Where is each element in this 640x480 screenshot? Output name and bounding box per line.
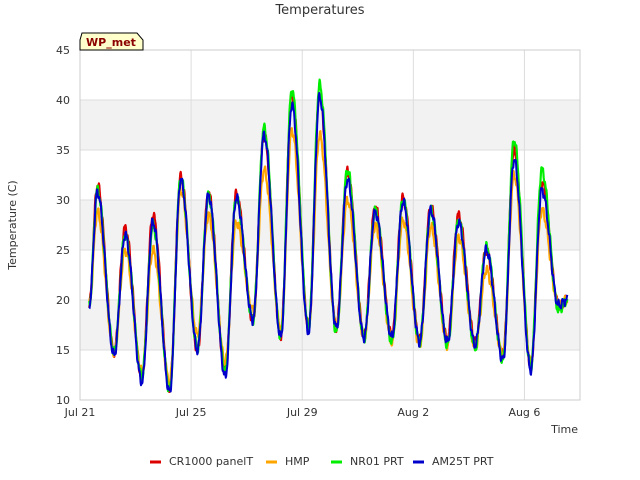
x-tick-label: Jul 25	[175, 406, 207, 419]
legend-label: AM25T PRT	[432, 455, 494, 468]
y-tick-label: 25	[56, 244, 70, 257]
legend: CR1000 panelT HMP NR01 PRT AM25T PRT	[150, 455, 494, 468]
temperature-chart: 1015202530354045 Jul 21 Jul 25 Jul 29 Aug 2…	[6, 3, 581, 468]
x-tick-label: Aug 2	[397, 406, 429, 419]
y-tick-label: 40	[56, 94, 70, 107]
y-tick-label: 45	[56, 44, 70, 57]
site-badge: WP_met	[79, 32, 144, 51]
y-tick-label: 20	[56, 294, 70, 307]
legend-label: CR1000 panelT	[169, 455, 253, 468]
y-axis-title: Temperature (C)	[6, 180, 19, 270]
x-tick-label: Aug 6	[508, 406, 540, 419]
x-axis-ticks: Jul 21 Jul 25 Jul 29 Aug 2 Aug 6	[64, 406, 541, 419]
legend-label: HMP	[285, 455, 310, 468]
chart-title: Temperatures	[274, 3, 364, 18]
y-tick-label: 30	[56, 194, 70, 207]
x-axis-title: Time	[550, 423, 578, 436]
site-badge-label: WP_met	[86, 36, 136, 49]
x-tick-label: Jul 21	[64, 406, 96, 419]
x-tick-label: Jul 29	[286, 406, 318, 419]
plot-band	[80, 100, 580, 150]
y-tick-label: 35	[56, 144, 70, 157]
y-tick-label: 15	[56, 344, 70, 357]
legend-label: NR01 PRT	[350, 455, 404, 468]
y-axis-ticks: 1015202530354045	[56, 44, 70, 407]
